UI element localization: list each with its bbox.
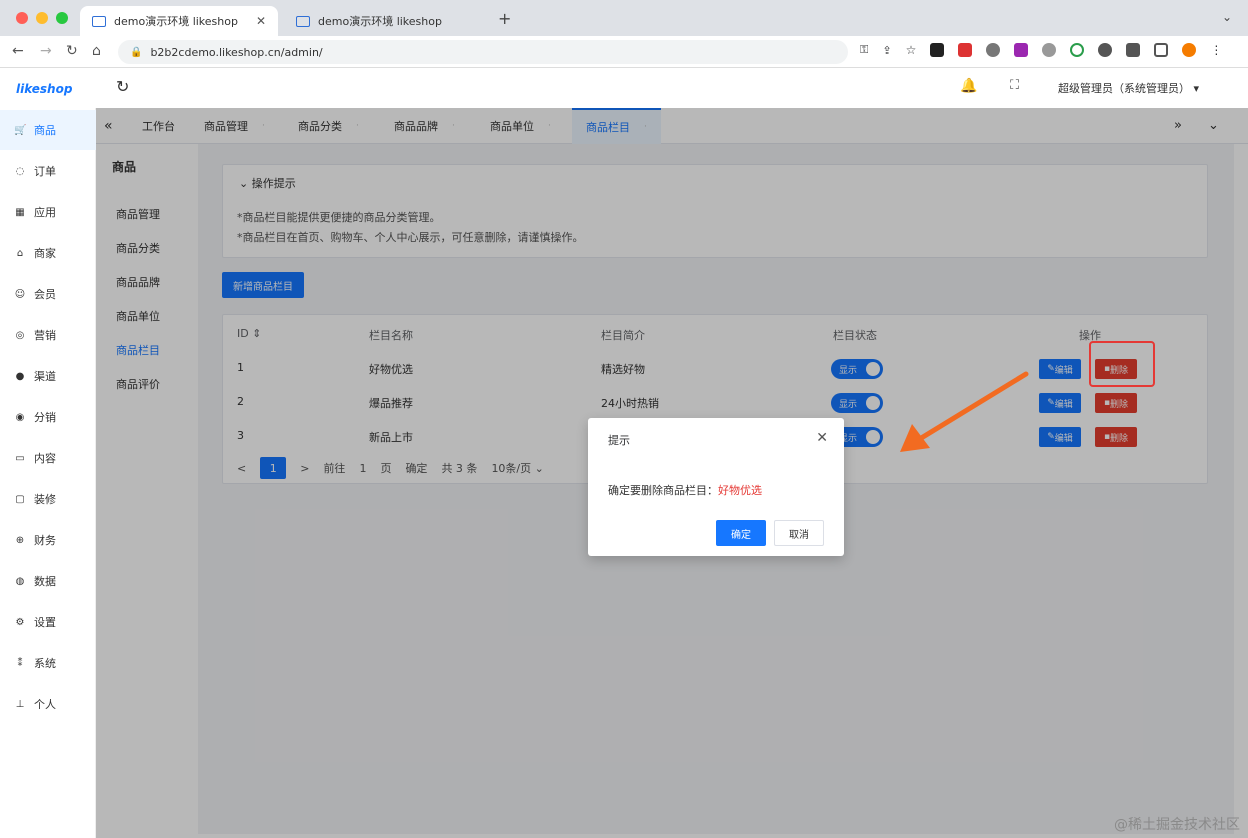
close-icon[interactable]: ✕ [816,430,828,446]
new-tab-icon[interactable]: + [498,9,511,28]
user-icon: ☺ [14,288,26,300]
store-icon: ⌂ [16,247,24,259]
url-text: b2b2cdemo.likeshop.cn/admin/ [150,45,323,59]
money-icon: ⊕ [15,534,25,546]
gear-icon: ⚙ [15,616,25,628]
address-bar[interactable]: 🔒 b2b2cdemo.likeshop.cn/admin/ [118,40,848,64]
sidebar-item-decoration[interactable]: ▢ 装修 [0,479,96,519]
extension-icon[interactable] [958,43,973,57]
bell-icon: ◌ [15,165,25,177]
close-window-button[interactable] [16,12,28,24]
sidebar-item-content[interactable]: ▭ 内容 [0,438,96,478]
fullscreen-icon[interactable]: ⛶ [1010,78,1019,93]
sidebar-item-personal[interactable]: ⊥ 个人 [0,684,96,724]
grid-icon: ▦ [15,206,25,218]
sidebar-item-data[interactable]: ◍ 数据 [0,561,96,601]
chart-icon: ◍ [15,575,25,587]
page-favicon-icon [296,15,310,27]
more-menu-icon[interactable]: ⋮ [1210,43,1222,57]
sidebar-item-orders[interactable]: ◌ 订单 [0,151,96,191]
palette-icon: ▢ [15,493,25,505]
refresh-icon[interactable]: ↻ [116,77,129,96]
person-icon: ⊥ [15,698,25,710]
app-header: likeshop ↻ 🔔 ⛶ 超级管理员（系统管理员） ▾ [0,68,1248,108]
browser-tab-1[interactable]: demo演示环境 likeshop ✕ [80,6,278,36]
sidebar-item-channels[interactable]: ● 渠道 [0,356,96,396]
tab-search-chevron-icon[interactable]: ⌄ [1222,10,1232,24]
sidebar-item-finance[interactable]: ⊕ 财务 [0,520,96,560]
share-icon[interactable]: ⇪ [882,44,891,57]
share-icon: ◉ [15,411,25,423]
highlight-box [1089,341,1155,387]
sidebar-item-distribution[interactable]: ◉ 分销 [0,397,96,437]
browser-tab-2[interactable]: demo演示环境 likeshop [284,6,484,36]
back-icon[interactable]: ← [12,43,24,59]
maximize-window-button[interactable] [56,12,68,24]
system-icon: ⁑ [17,657,23,669]
lock-icon: 🔒 [130,46,143,58]
dialog-message: 确定要删除商品栏目：好物优选 [608,484,762,497]
notification-bell-icon[interactable]: 🔔 [960,78,977,94]
sidebar-item-marketing[interactable]: ◎ 营销 [0,315,96,355]
extension-icon[interactable] [1014,43,1029,57]
extension-icon[interactable] [1042,43,1057,57]
dialog-title: 提示 [608,434,630,447]
extension-icon[interactable] [986,43,1001,57]
browser-tab-strip: demo演示环境 likeshop ✕ demo演示环境 likeshop + … [0,0,1248,36]
close-tab-icon[interactable]: ✕ [256,14,266,28]
confirm-dialog: 提示 ✕ 确定要删除商品栏目：好物优选 确定 取消 [588,418,844,556]
minimize-window-button[interactable] [36,12,48,24]
cancel-button[interactable]: 取消 [774,520,824,546]
sidebar-item-goods[interactable]: 🛒 商品 [0,110,96,150]
confirm-button[interactable]: 确定 [716,520,766,546]
key-icon[interactable]: ⚿ [860,43,868,57]
sidebar-item-members[interactable]: ☺ 会员 [0,274,96,314]
extension-icon[interactable] [1098,43,1113,57]
puzzle-icon[interactable] [1126,43,1141,57]
watermark: @稀土掘金技术社区 [1114,817,1240,833]
user-menu[interactable]: 超级管理员（系统管理员） ▾ [1058,80,1199,96]
cart-icon: 🛒 [14,124,27,136]
extension-icon[interactable] [1070,43,1085,57]
circle-icon: ● [15,370,25,382]
home-icon[interactable]: ⌂ [92,43,101,59]
chevron-down-icon: ▾ [1193,82,1200,95]
sidepanel-icon[interactable] [1154,43,1169,57]
sidebar-item-merchants[interactable]: ⌂ 商家 [0,233,96,273]
extensions-bar: ⚿ ⇪ ☆ ⋮ [860,43,1222,57]
forward-icon[interactable]: → [40,43,52,59]
gift-icon: ◎ [15,329,25,341]
profile-avatar[interactable] [1182,43,1197,57]
extension-icon[interactable] [930,43,945,57]
browser-toolbar: ← → ↻ ⌂ 🔒 b2b2cdemo.likeshop.cn/admin/ ⚿… [0,36,1248,68]
sidebar-item-system[interactable]: ⁑ 系统 [0,643,96,683]
sidebar-item-settings[interactable]: ⚙ 设置 [0,602,96,642]
main-sidebar: 🛒 商品 ◌ 订单 ▦ 应用 ⌂ 商家 ☺ 会员 ◎ 营销 ● 渠道 ◉ 分销 ▭ 内容 ▢ 装修 … [0,108,96,838]
app-logo: likeshop [16,82,73,96]
window-controls [16,12,68,24]
page-favicon-icon [92,15,106,27]
book-icon: ▭ [15,452,25,464]
reload-icon[interactable]: ↻ [66,43,78,59]
dialog-target-name: 好物优选 [718,484,762,497]
bookmark-star-icon[interactable]: ☆ [906,43,917,57]
sidebar-item-apps[interactable]: ▦ 应用 [0,192,96,232]
